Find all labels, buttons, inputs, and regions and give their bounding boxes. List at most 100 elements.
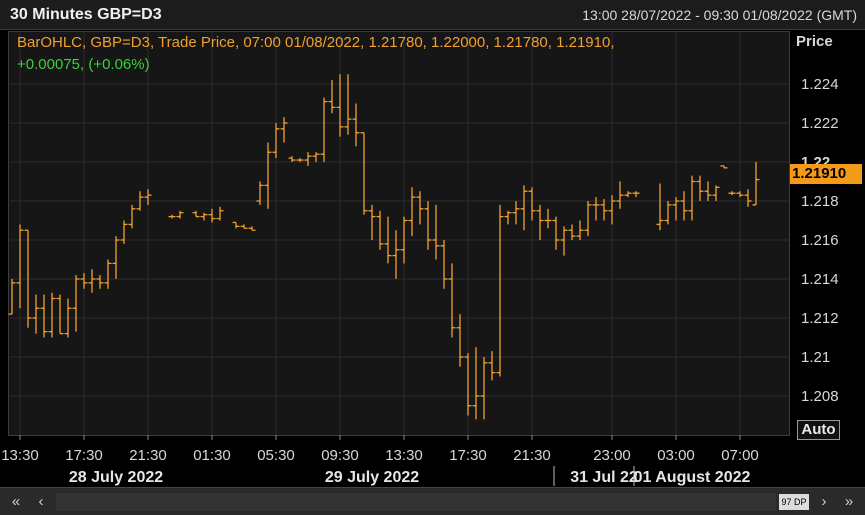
ohlc-bar bbox=[288, 156, 296, 162]
ohlc-bar bbox=[424, 201, 432, 250]
ohlc-bar bbox=[552, 216, 560, 250]
ohlc-bar bbox=[40, 294, 48, 338]
ohlc-bar bbox=[16, 224, 24, 309]
y-tick-label: 1.222 bbox=[801, 115, 839, 132]
ohlc-bar bbox=[176, 210, 184, 219]
y-tick-label: 1.21 bbox=[801, 349, 830, 366]
x-tick-label: 17:30 bbox=[65, 447, 103, 464]
scroll-left-icon[interactable]: ‹ bbox=[30, 491, 52, 513]
ohlc-bar bbox=[392, 230, 400, 279]
date-label: 28 July 2022 bbox=[69, 469, 163, 486]
ohlc-bar bbox=[32, 294, 40, 334]
ohlc-bar bbox=[88, 269, 96, 293]
date-label: 31 Jul 22 bbox=[570, 469, 638, 486]
ohlc-bar bbox=[456, 314, 464, 367]
ohlc-bar bbox=[736, 191, 744, 198]
chart-canvas: 1.2081.211.2121.2141.2161.2181.221.2221.… bbox=[1, 32, 839, 486]
y-tick-label: 1.224 bbox=[801, 76, 839, 93]
ohlc-bar bbox=[472, 347, 480, 420]
scroll-first-icon[interactable]: « bbox=[5, 491, 27, 513]
ohlc-bar bbox=[632, 191, 640, 198]
ohlc-bar bbox=[128, 204, 136, 229]
x-tick-label: 03:00 bbox=[657, 447, 695, 464]
y-tick-label: 1.208 bbox=[801, 388, 839, 405]
ohlc-bar bbox=[600, 199, 608, 221]
ohlc-bar bbox=[496, 204, 504, 377]
ohlc-bar bbox=[328, 80, 336, 114]
ohlc-bar bbox=[312, 152, 320, 162]
legend-series-info: BarOHLC, GBP=D3, Trade Price, 07:00 01/0… bbox=[17, 34, 615, 51]
ohlc-bar bbox=[432, 204, 440, 260]
ohlc-bar bbox=[536, 204, 544, 240]
ohlc-bar bbox=[360, 132, 368, 215]
ohlc-bar bbox=[376, 210, 384, 250]
ohlc-bar bbox=[352, 103, 360, 147]
ohlc-bar bbox=[296, 158, 304, 162]
scroll-right-icon[interactable]: › bbox=[813, 491, 835, 513]
ohlc-bar bbox=[744, 189, 752, 207]
ohlc-bar bbox=[504, 210, 512, 225]
last-price-marker: 1.21910 bbox=[790, 164, 862, 184]
y-tick-label: 1.218 bbox=[801, 193, 839, 210]
ohlc-bar bbox=[280, 117, 288, 143]
ohlc-bar bbox=[512, 201, 520, 225]
ohlc-bar bbox=[144, 189, 152, 205]
time-scrollbar: « ‹ 97 DP › » bbox=[0, 487, 865, 515]
ohlc-bar bbox=[704, 181, 712, 201]
data-points-badge: 97 DP bbox=[779, 494, 809, 510]
ohlc-bar bbox=[56, 294, 64, 335]
ohlc-bar bbox=[720, 165, 728, 169]
ohlc-bar bbox=[304, 152, 312, 166]
chart-window: 30 Minutes GBP=D3 13:00 28/07/2022 - 09:… bbox=[0, 0, 865, 515]
y-tick-label: 1.214 bbox=[801, 271, 839, 288]
ohlc-bar bbox=[568, 224, 576, 240]
ohlc-bar bbox=[488, 351, 496, 381]
x-tick-label: 13:30 bbox=[385, 447, 423, 464]
ohlc-bar bbox=[544, 208, 552, 229]
ohlc-bar bbox=[616, 181, 624, 209]
ohlc-bar bbox=[448, 263, 456, 338]
x-tick-label: 13:30 bbox=[1, 447, 39, 464]
y-tick-label: 1.216 bbox=[801, 232, 839, 249]
ohlc-bar bbox=[240, 224, 248, 229]
ohlc-bar bbox=[8, 279, 16, 315]
ohlc-bar bbox=[416, 191, 424, 225]
ohlc-bar bbox=[208, 208, 216, 223]
ohlc-bar bbox=[728, 191, 736, 196]
ohlc-bar bbox=[520, 185, 528, 231]
ohlc-bar bbox=[656, 183, 664, 231]
ohlc-bar bbox=[344, 74, 352, 135]
ohlc-bar bbox=[440, 240, 448, 289]
ohlc-bar bbox=[272, 123, 280, 159]
x-tick-label: 09:30 bbox=[321, 447, 359, 464]
ohlc-bar bbox=[72, 275, 80, 332]
x-tick-label: 05:30 bbox=[257, 447, 295, 464]
ohlc-bar bbox=[368, 204, 376, 240]
ohlc-bar bbox=[192, 210, 200, 218]
ohlc-bar bbox=[264, 142, 272, 209]
x-tick-label: 23:00 bbox=[593, 447, 631, 464]
ohlc-bar bbox=[664, 201, 672, 225]
ohlc-bar bbox=[408, 187, 416, 237]
y-tick-label: 1.212 bbox=[801, 310, 839, 327]
ohlc-bar bbox=[528, 187, 536, 221]
auto-scale-button[interactable]: Auto bbox=[797, 420, 840, 440]
ohlc-bar bbox=[96, 275, 104, 289]
ohlc-bar bbox=[104, 259, 112, 289]
scroll-last-icon[interactable]: » bbox=[838, 491, 860, 513]
ohlc-bar bbox=[560, 226, 568, 256]
ohlc-bar bbox=[480, 357, 488, 420]
ohlc-bars bbox=[8, 74, 760, 420]
ohlc-bar bbox=[680, 191, 688, 221]
ohlc-bar bbox=[696, 175, 704, 201]
y-axis-ticks: 1.2081.211.2121.2141.2161.2181.221.2221.… bbox=[801, 76, 839, 405]
grid-lines bbox=[10, 32, 789, 435]
ohlc-bar bbox=[216, 206, 224, 221]
ohlc-bar bbox=[112, 236, 120, 279]
ohlc-bar bbox=[576, 220, 584, 240]
ohlc-bar bbox=[608, 195, 616, 225]
ohlc-bar bbox=[320, 97, 328, 162]
ohlc-bar bbox=[248, 226, 256, 231]
scrollbar-track[interactable] bbox=[56, 493, 776, 511]
x-tick-label: 21:30 bbox=[513, 447, 551, 464]
